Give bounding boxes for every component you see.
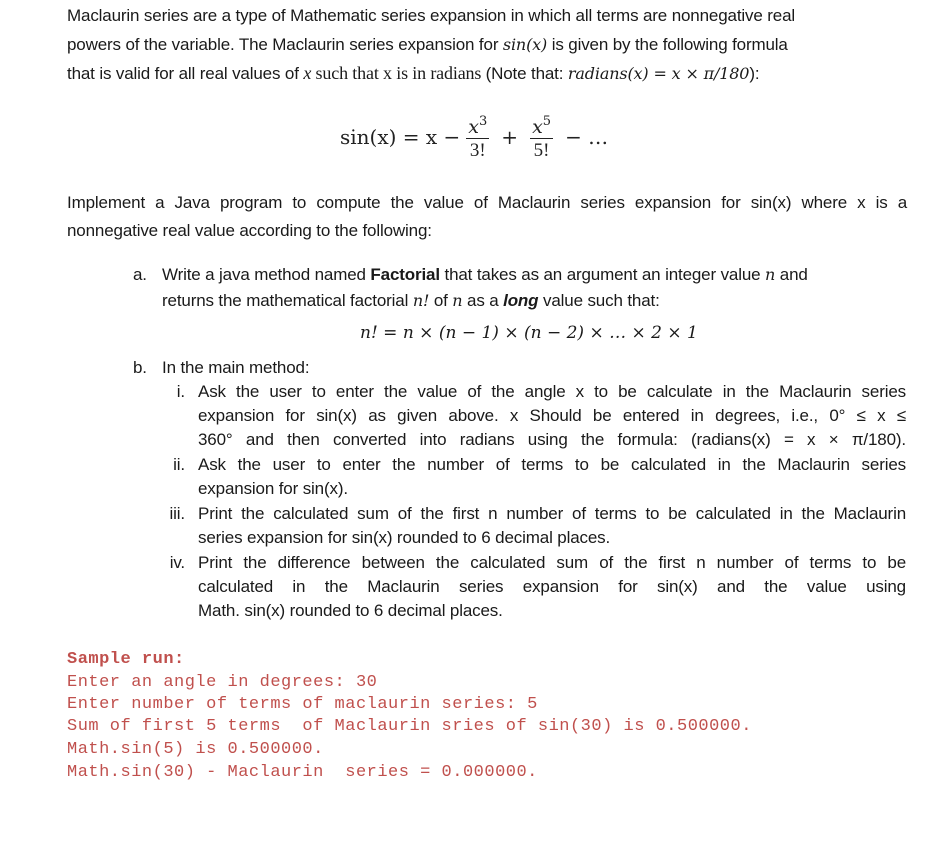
- sub-item-text: Ask the user to enter the number of term…: [198, 455, 906, 474]
- intro-text: powers of the variable. The Maclaurin se…: [67, 35, 503, 54]
- item-a-marker: a.: [133, 265, 147, 284]
- item-a-line-2: returns the mathematical factorial n! of…: [162, 291, 660, 311]
- intro-math-x: x: [303, 63, 312, 83]
- item-a-line-1: Write a java method named Factorial that…: [162, 265, 808, 285]
- intro-text: Maclaurin series are a type of Mathemati…: [67, 6, 795, 25]
- intro-text: that is valid for all real values of: [67, 64, 304, 83]
- sub-item-i-line-3: 360° and then converted into radians usi…: [198, 430, 906, 450]
- sample-run-line: Enter number of terms of maclaurin serie…: [67, 695, 538, 714]
- formula-term-x3-numerator: x3: [466, 111, 489, 138]
- formula-plus: +: [501, 125, 519, 149]
- sub-item-iv-line-1: Print the difference between the calcula…: [198, 553, 906, 573]
- sample-run-line: Sum of first 5 terms of Maclaurin sries …: [67, 717, 752, 736]
- sub-item-text: calculated in the Maclaurin series expan…: [198, 577, 906, 596]
- sub-item-iv-marker: iv.: [169, 553, 185, 572]
- sub-item-iii-marker: iii.: [169, 504, 186, 523]
- sample-run-heading: Sample run:: [67, 650, 185, 669]
- sub-item-text: Print the difference between the calcula…: [198, 553, 906, 572]
- task-line-2: nonnegative real value according to the …: [67, 221, 432, 241]
- item-a-text: and: [775, 265, 808, 284]
- math-n-factorial: n!: [412, 291, 430, 310]
- sample-run-line: Math.sin(30) - Maclaurin series = 0.0000…: [67, 763, 538, 782]
- factorial-method-name: Factorial: [370, 265, 440, 284]
- formula-tail: − …: [565, 125, 609, 149]
- formula-term-x5-numerator: x5: [530, 111, 553, 138]
- sub-item-text: 360° and then converted into radians usi…: [198, 430, 906, 449]
- sub-item-iii-line-1: Print the calculated sum of the first n …: [198, 504, 906, 524]
- sub-item-ii-marker: ii.: [173, 455, 185, 474]
- formula-term-x5: x5 5!: [530, 111, 554, 163]
- item-b-heading: In the main method:: [162, 358, 310, 377]
- intro-math-sin: sin(x): [502, 35, 548, 54]
- sub-item-text: Print the calculated sum of the first n …: [198, 504, 906, 523]
- sub-item-i-marker: i.: [176, 382, 185, 401]
- task-text: nonnegative real value according to the …: [67, 221, 432, 240]
- sub-item-i-line-2: expansion for sin(x) as given above. x S…: [198, 406, 906, 426]
- math-n: n: [452, 291, 463, 310]
- formula-term-x5-denominator: 5!: [533, 140, 550, 162]
- item-a-text: Write a java method named: [162, 265, 371, 284]
- formula-lhs: sin(x) = x −: [340, 125, 461, 149]
- sub-item-ii-line-1: Ask the user to enter the number of term…: [198, 455, 906, 475]
- item-a-text: returns the mathematical factorial: [162, 291, 413, 310]
- sub-item-iii-line-2: series expansion for sin(x) rounded to 6…: [198, 528, 611, 547]
- intro-text: ):: [749, 64, 760, 83]
- sub-item-ii-line-2: expansion for sin(x).: [198, 479, 348, 498]
- formula-var: x: [468, 115, 480, 138]
- sample-run-line: Enter an angle in degrees: 30: [67, 673, 378, 692]
- intro-text: is given by the following formula: [547, 35, 788, 54]
- sub-item-iv-line-2: calculated in the Maclaurin series expan…: [198, 577, 906, 597]
- sub-item-text: expansion for sin(x) as given above. x S…: [198, 406, 906, 425]
- formula-term-x3: x3 3!: [466, 111, 490, 163]
- factorial-equation: n! = n × (n − 1) × (n − 2) × … × 2 × 1: [360, 323, 698, 343]
- intro-note-label: (Note that:: [485, 64, 568, 83]
- item-a-text: of: [429, 291, 453, 310]
- item-a-text: that takes as an argument an integer val…: [439, 265, 766, 284]
- formula-exponent: 5: [542, 113, 552, 129]
- task-line-1: Implement a Java program to compute the …: [67, 193, 907, 213]
- item-a-text: value such that:: [538, 291, 660, 310]
- intro-line-3: that is valid for all real values of x s…: [67, 63, 760, 84]
- long-type-label: long: [503, 291, 539, 310]
- intro-note-math: radians(x) = x × π/180: [567, 64, 750, 83]
- sample-run-line: Math.sin(5) is 0.500000.: [67, 740, 324, 759]
- intro-line-1: Maclaurin series are a type of Mathemati…: [67, 6, 795, 26]
- item-a-text: as a: [462, 291, 504, 310]
- maclaurin-formula: sin(x) = x − x3 3! + x5 5! − …: [340, 106, 614, 168]
- intro-text-serif: such that x is in radians: [311, 63, 486, 83]
- formula-exponent: 3: [479, 113, 488, 129]
- formula-term-x3-denominator: 3!: [469, 140, 486, 162]
- intro-line-2: powers of the variable. The Maclaurin se…: [67, 35, 788, 55]
- item-b-marker: b.: [133, 358, 147, 377]
- sub-item-iv-line-3: Math. sin(x) rounded to 6 decimal places…: [198, 601, 503, 620]
- sub-item-text: Ask the user to enter the value of the a…: [198, 382, 906, 401]
- math-n: n: [765, 265, 776, 284]
- task-text: Implement a Java program to compute the …: [67, 193, 907, 212]
- sub-item-i-line-1: Ask the user to enter the value of the a…: [198, 382, 906, 402]
- formula-var: x: [532, 115, 543, 138]
